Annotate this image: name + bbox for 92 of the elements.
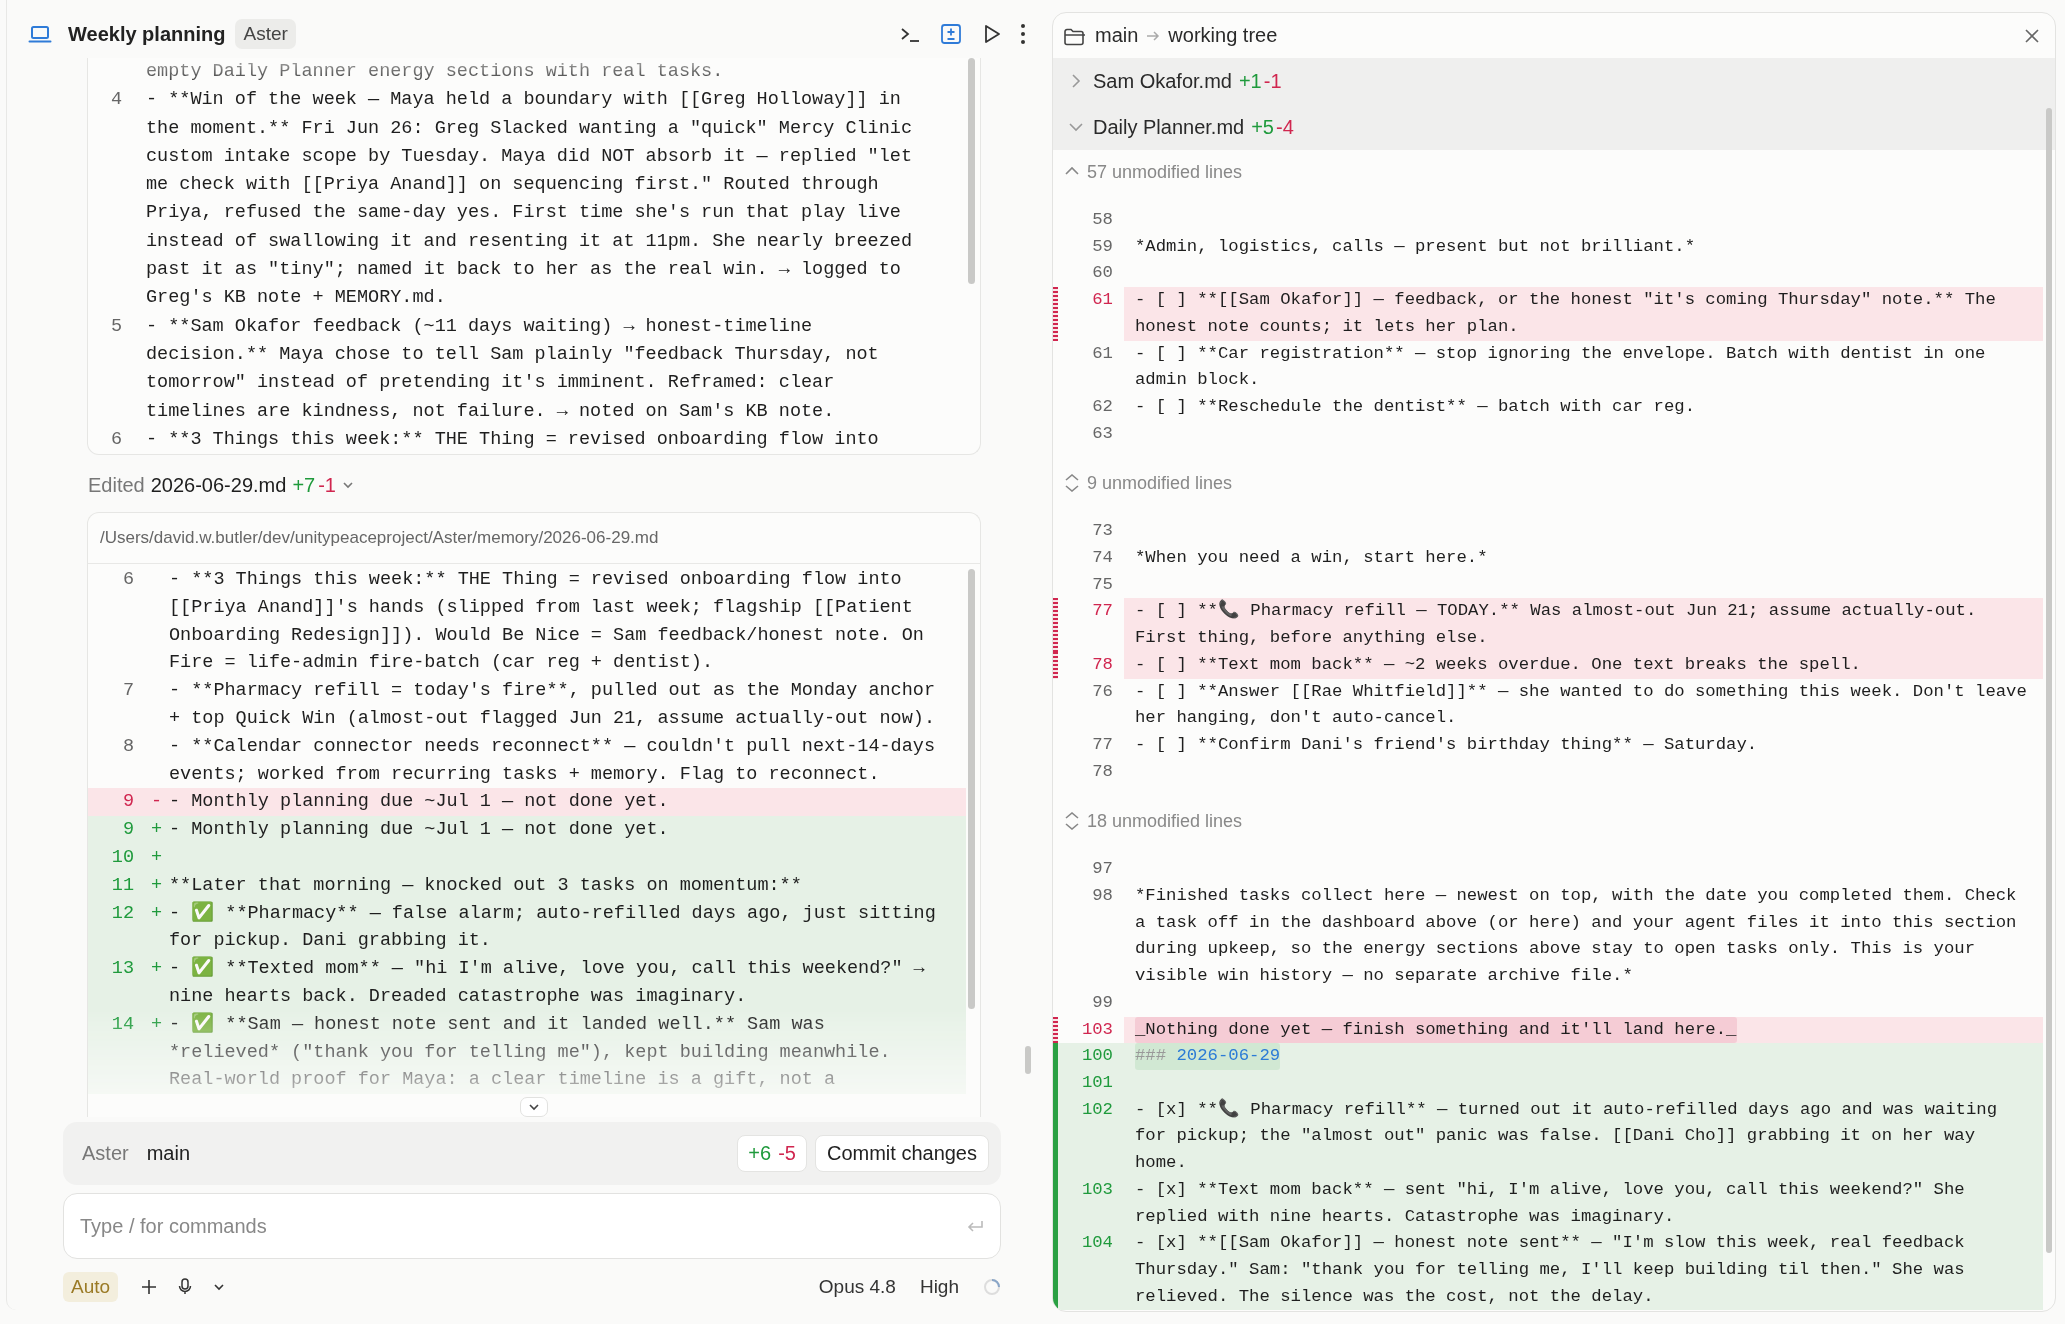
diff-sign: + [150,873,164,898]
line-number: 78 [1091,653,1114,676]
code-line: - [ ] **Confirm Dani's friend's birthday thing** — Saturday. [1135,733,1759,756]
commit-button[interactable]: Commit changes [814,1135,989,1172]
line-number: 12 [110,901,135,926]
effort-selector[interactable]: High [919,1276,959,1298]
code-line: - **Win of the week — Maya held a boundary with [[Greg Holloway]] in the moment.** Fri Jun 26: Greg Slacked wanting a "quick" Mercy Clinic custom intake scope by Tuesday. Maya did NOT absorb it — replied "let me check with [[Priya Anand]] on sequencing first." Routed through Priya, refused the same-day yes. First time she's run that play live instead of swallowing it and resenting it at 11pm. She nearly breezed past it as "tiny"; named it back to her as the real win. → logged to Greg's KB note + MEMORY.md. [146,88,914,311]
line-number: 10 [110,845,135,870]
line-number: 61 [1091,289,1114,312]
line-number: 14 [110,1012,135,1037]
code-line: *Admin, logistics, calls — present but not brilliant.* [1135,235,1696,258]
code-line: **Later that morning — knocked out 3 tasks on momentum:** [169,873,803,898]
code-line: - **Sam Okafor feedback (~11 days waiting) → honest-timeline decision.** Maya chose to tell Sam plainly "feedback Thursday, not tomorrow" instead of pretending it's imminent. Reframed: clear timelines are kindness, not failure. → noted on Sam's KB note. [146,314,880,424]
line-number: 7 [121,679,135,704]
line-number: 60 [1091,262,1114,285]
code-line: *When you need a win, start here.* [1135,547,1489,570]
line-number: 8 [121,734,135,759]
line-number: 62 [1091,395,1114,418]
fold-label[interactable]: 57 unmodified lines [1087,161,1243,183]
line-number: 6 [121,568,135,592]
code-line: - [ ] **Car registration** — stop ignoring the envelope. Batch with dentist in one admin block. [1135,342,1987,392]
code-line: - [x] **[[Sam Okafor]] — honest note sent** — "I'm slow this week, real feedback Thursday." Sam: "thank you for telling me, I'll keep building til then." She was relieved. The silence was the cost, not the delay. [1135,1232,1966,1308]
line-number: 102 [1080,1098,1114,1121]
line-number: 73 [1091,520,1114,543]
code-line: - Monthly planning due ~Jul 1 — not done yet. [169,818,670,843]
line-number: 61 [1091,342,1114,365]
line-number: 99 [1091,991,1114,1014]
code-line: - **3 Things this week:** THE Thing = revised onboarding flow into [146,427,880,452]
code-line: - [ ] **Text mom back** — ~2 weeks overdue. One text breaks the spell. [1135,653,1862,676]
removed-count: -5 [778,1142,796,1165]
file-name[interactable]: 2026-06-29.md [150,473,287,497]
code-line: - ✅ **Pharmacy** — false alarm; auto-refilled days ago, just sitting for pickup. Dani grabbing it. [169,900,937,954]
line-number: 58 [1091,209,1114,231]
diff-sign: + [150,957,164,982]
code-line: empty Daily Planner energy sections with real tasks. [146,60,725,84]
code-line: *Finished tasks collect here — newest on top, with the date you completed them. Check a task off in the dashboard above (or here) and your agent files it into this section during upkeep, so the energy sections above stay to open tasks only. This is your visible win history — no separate archive file.* [1135,885,2018,988]
code-line: - ✅ **Sam — honest note sent and it landed well.** Sam was *relieved* ("thank you for telling me"), kept building meanwhile. Real-world proof for Maya: a clear timeline is a gift, not a [169,1011,892,1093]
project-badge: Aster [235,19,296,49]
code-line: - Monthly planning due ~Jul 1 — not done yet. [169,790,670,815]
line-number: 78 [1091,760,1114,783]
repo-name: Aster [82,1142,129,1165]
line-number: 9 [121,790,135,815]
code-line: - [ ] **[[Sam Okafor]] — feedback, or the honest "it's coming Thursday" note.** The honest note counts; it lets her plan. [1135,289,1997,338]
chat-title: Weekly planning [68,22,226,46]
line-number: 103 [1080,1018,1114,1041]
diff-sign: - [150,790,164,815]
code-line: - **3 Things this week:** THE Thing = revised onboarding flow into [[Priya Anand]]'s hands (slipped from last week; flagship [[Patient Onboarding Redesign]]). Would Be Nice = Sam feedback/honest note. On Fire = life-admin fire-batch (car reg + dentist). [169,568,925,676]
line-number: 75 [1091,573,1114,596]
file-path: /Users/david.w.butler/dev/unitypeaceproject/Aster/memory/2026-06-29.md [88,513,980,564]
line-number: 103 [1080,1178,1114,1201]
code-line: - **Pharmacy refill = today's fire**, pulled out as the Monday anchor + top Quick Win (almost-out flagged Jun 21, assume actually-out now). [169,679,937,731]
line-number: 63 [1091,422,1114,445]
added-count: +7 [292,473,316,497]
code-line: - ✅ **Texted mom** — "hi I'm alive, love you, call this weekend?" → nine hearts back. Dreaded catastrophe was imaginary. [169,955,926,1009]
diff-sign: + [150,845,164,870]
line-number: 77 [1091,733,1114,756]
breadcrumb-item[interactable]: working tree [1168,24,1278,47]
breadcrumb-item[interactable]: main [1095,24,1139,47]
line-number: 77 [1091,600,1114,623]
diff-sign: + [150,818,164,843]
diff-sign: + [150,901,164,926]
code-line: - [x] **Text mom back** — sent "hi, I'm alive, love you, call this weekend?" She replied with nine hearts. Catastrophe was imaginary. [1135,1178,1966,1228]
diff-sign: + [150,1012,164,1037]
message-field[interactable]: Type / for commands [63,1193,1001,1259]
file-row[interactable]: Daily Planner.md +5-4 [1053,104,2055,150]
code-line: - **Calendar connector needs reconnect** — couldn't pull next-14-days events; worked from recurring tasks + memory. Flag to reconnect. [169,734,937,787]
code-line: - [ ] **📞 Pharmacy refill — TODAY.** Was almost-out Jun 21; assume actually-out. First thing, before anything else. [1135,598,1978,650]
file-row[interactable]: Sam Okafor.md +1-1 [1053,58,2055,104]
line-number: 13 [110,957,135,982]
fold-label[interactable]: 9 unmodified lines [1087,472,1233,494]
line-number: 9 [121,818,135,843]
model-selector[interactable]: Opus 4.8 [818,1276,896,1298]
line-number: 74 [1091,547,1114,570]
line-number: 6 [109,427,123,452]
line-number: 98 [1091,885,1114,908]
code-line: - [ ] **Answer [[Rae Whitfield]]** — she wanted to do something this week. Don't leave her hanging, don't auto-cancel. [1135,680,2027,730]
line-number: 4 [109,88,123,113]
branch-name[interactable]: main [146,1142,191,1165]
line-number: 11 [110,873,135,898]
line-number: 101 [1080,1072,1114,1094]
removed-count: -1 [318,473,336,497]
line-number: 104 [1080,1232,1114,1255]
edited-label: Edited [88,473,145,497]
code-line: - [ ] **Reschedule the dentist** — batch with car reg. [1135,395,1696,418]
line-number: 97 [1091,858,1114,881]
code-line: - [x] **📞 Pharmacy refill** — turned out it auto-refilled days ago and was waiting for pickup; the "almost out" panic was false. [[Dani Cho]] grabbing it on her way home. [1135,1097,1998,1175]
line-number: 5 [109,314,123,339]
line-number: 76 [1091,680,1114,703]
added-count: +6 [748,1142,772,1165]
line-number: 59 [1091,235,1114,258]
line-number: 100 [1080,1045,1114,1068]
fold-label[interactable]: 18 unmodified lines [1087,810,1243,832]
